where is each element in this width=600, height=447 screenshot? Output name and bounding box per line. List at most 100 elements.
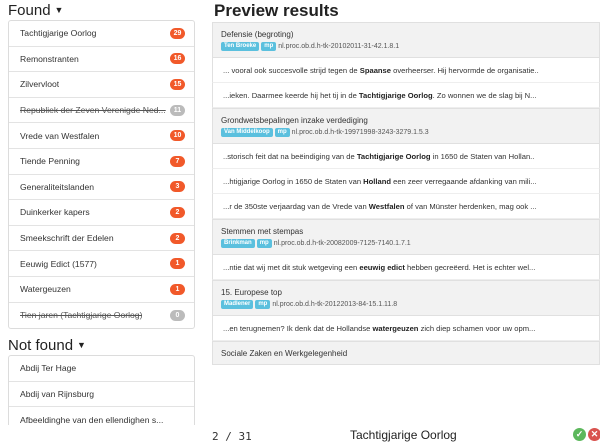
speaker-tag: Madlener [221, 300, 254, 309]
found-item-label: Eeuwig Edict (1577) [20, 258, 97, 269]
result-title: 15. Europese top [221, 288, 282, 297]
result-id: nl.proc.ob.d.h-tk-19971998-3243-3279.1.5… [291, 129, 429, 136]
result-header[interactable]: Defensie (begroting) Ten Broeke mp nl.proc.… [212, 22, 600, 58]
result-title: Defensie (begroting) [221, 30, 294, 39]
snippet-post: zich diep schamen voor uw opm... [418, 324, 536, 333]
found-item-label: Vrede van Westfalen [20, 130, 100, 141]
not-found-list: Abdij Ter Hage Abdij van Rijnsburg Afbeeld… [8, 355, 195, 434]
speaker-tag: Brinkman [221, 239, 255, 248]
role-tag: mp [255, 300, 271, 309]
caret-down-icon: ▼ [77, 340, 86, 351]
count-badge: 2 [170, 232, 185, 244]
snippet-post: . Zo wonnen we de slag bij N... [432, 91, 537, 100]
found-item[interactable]: Republiek der Zeven Verenigde Ned... 11 [9, 98, 194, 124]
not-found-item-label: Abdij Ter Hage [20, 363, 77, 374]
found-item[interactable]: Vrede van Westfalen 10 [9, 123, 194, 149]
found-item-label: Remonstranten [20, 53, 79, 64]
snippet-pre: ...ieken. Daarmee keerde hij het tij in … [223, 91, 359, 100]
speaker-tag: Ten Broeke [221, 42, 260, 51]
result-counter: 2 / 31 [212, 430, 252, 443]
not-found-item-label: Afbeeldinghe van den ellendighen s... [20, 415, 164, 426]
snippet-pre: ...en terugnemen? Ik denk dat de Holland… [223, 324, 373, 333]
not-found-item[interactable]: Abdij van Rijnsburg [9, 382, 194, 408]
snippet-post: een zeer verregaande afdanking van mili.… [391, 177, 537, 186]
found-item[interactable]: Zilvervloot 15 [9, 72, 194, 98]
result-meta: Brinkman mp nl.proc.ob.d.h-tk-20082009-712… [221, 238, 591, 249]
speaker-tag: Van Middelkoop [221, 128, 273, 137]
count-badge: 7 [170, 155, 185, 167]
count-badge: 16 [170, 53, 185, 65]
found-item[interactable]: Eeuwig Edict (1577) 1 [9, 251, 194, 277]
found-item-label: Tachtigjarige Oorlog [20, 28, 97, 39]
snippet-hit: Holland [363, 177, 391, 186]
snippet-hit: Tachtigjarige Oorlog [358, 91, 433, 100]
found-item-label: Watergeuzen [20, 284, 71, 295]
count-badge: 11 [170, 104, 185, 116]
role-tag: mp [274, 128, 290, 137]
result-meta: Ten Broeke mp nl.proc.ob.d.h-tk-20102011-3… [221, 41, 591, 52]
count-badge: 0 [170, 309, 185, 321]
snippet-hit: Tachtigjarige Oorlog [356, 152, 431, 161]
count-badge: 29 [170, 27, 185, 39]
count-badge: 10 [170, 130, 185, 142]
count-badge: 1 [170, 258, 185, 270]
count-badge: 15 [170, 78, 185, 90]
snippet-pre: ...r de 350ste verjaardag van de Vrede v… [223, 202, 369, 211]
found-item[interactable]: Watergeuzen 1 [9, 277, 194, 303]
found-item[interactable]: Tachtigjarige Oorlog 29 [9, 21, 194, 47]
result-snippet: ... vooral ook succesvolle strijd tegen … [212, 58, 600, 83]
found-item-label: Duinkerker kapers [20, 207, 90, 218]
role-tag: mp [261, 42, 277, 51]
found-item[interactable]: Generaliteitslanden 3 [9, 175, 194, 201]
check-icon[interactable]: ✓ [573, 428, 586, 441]
found-item[interactable]: Tien jaren (Tachtigjarige Oorlog) 0 [9, 303, 194, 329]
close-icon[interactable]: ✕ [588, 428, 600, 441]
result-id: nl.proc.ob.d.h-tk-20082009-7125-7140.1.7… [273, 240, 411, 247]
found-item[interactable]: Duinkerker kapers 2 [9, 200, 194, 226]
snippet-post: overheerser. Hij hervormde de organisati… [391, 66, 539, 75]
snippet-hit: watergeuzen [372, 324, 419, 333]
snippet-post: of van Münster herdenken, mag ook ... [404, 202, 537, 211]
snippet-post: in 1650 de Staten van Hollan.. [430, 152, 535, 161]
found-title: Found [8, 2, 51, 19]
result-snippet: ...en terugnemen? Ik denk dat de Holland… [212, 316, 600, 341]
snippet-hit: Westfalen [368, 202, 405, 211]
left-panel: Found ▼ Tachtigjarige Oorlog 29 Remonstrant… [0, 0, 200, 447]
result-header[interactable]: Grondwetsbepalingen inzake verdediging Va… [212, 108, 600, 144]
result-snippet: ...ieken. Daarmee keerde hij het tij in … [212, 83, 600, 108]
result-snippet: ...r de 350ste verjaardag van de Vrede v… [212, 194, 600, 219]
result-snippet: ...htigjarige Oorlog in 1650 de Staten v… [212, 169, 600, 194]
result-snippet: ..storisch feit dat na beëindiging van d… [212, 144, 600, 169]
not-found-header[interactable]: Not found ▼ [0, 335, 200, 355]
found-item-label: Zilvervloot [20, 79, 60, 90]
found-item[interactable]: Tiende Penning 7 [9, 149, 194, 175]
preview-title: Preview results [214, 1, 339, 20]
snippet-pre: ...htigjarige Oorlog in 1650 de Staten v… [223, 177, 364, 186]
not-found-item-label: Abdij van Rijnsburg [20, 389, 95, 400]
found-item-label: Smeekschrift der Edelen [20, 233, 114, 244]
result-title: Grondwetsbepalingen inzake verdediging [221, 116, 368, 125]
caret-down-icon: ▼ [54, 5, 64, 15]
found-item-label: Tien jaren (Tachtigjarige Oorlog) [20, 310, 143, 321]
results-list: Defensie (begroting) Ten Broeke mp nl.proc.… [212, 22, 600, 365]
found-item[interactable]: Smeekschrift der Edelen 2 [9, 226, 194, 252]
result-id: nl.proc.ob.d.h-tk-20122013-84-15.1.11.8 [272, 301, 398, 308]
result-header[interactable]: 15. Europese top Madlener mp nl.proc.ob.d.h… [212, 280, 600, 316]
result-header[interactable]: Sociale Zaken en Werkgelegenheid [212, 341, 600, 365]
found-header[interactable]: Found ▼ [0, 0, 200, 20]
snippet-post: hebben gecreëerd. Het is echter wel... [404, 263, 536, 272]
not-found-item[interactable]: Abdij Ter Hage [9, 356, 194, 382]
snippet-hit: eeuwig edict [359, 263, 405, 272]
result-header[interactable]: Stemmen met stempas Brinkman mp nl.proc.ob.… [212, 219, 600, 255]
snippet-hit: Spaanse [359, 66, 392, 75]
found-item-label: Republiek der Zeven Verenigde Ned... [20, 105, 166, 116]
result-id: nl.proc.ob.d.h-tk-20102011-31-42.1.8.1 [278, 43, 400, 50]
snippet-pre: ...ntie dat wij met dit stuk wetgeving e… [223, 263, 360, 272]
found-item[interactable]: Remonstranten 16 [9, 47, 194, 73]
result-snippet: ...ntie dat wij met dit stuk wetgeving e… [212, 255, 600, 280]
found-item-label: Tiende Penning [20, 156, 80, 167]
snippet-pre: ... vooral ook succesvolle strijd tegen … [223, 66, 360, 75]
found-item-label: Generaliteitslanden [20, 181, 95, 192]
count-badge: 1 [170, 283, 185, 295]
bottom-bar [0, 425, 600, 447]
